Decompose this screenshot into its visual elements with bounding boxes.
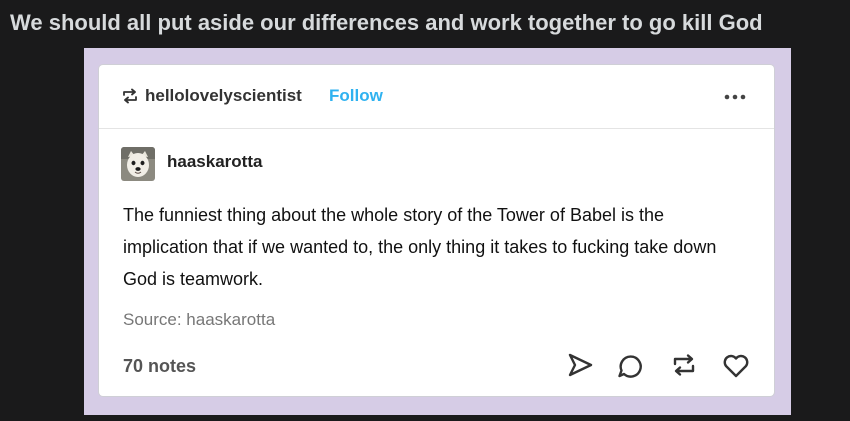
reblog-action-icon	[673, 354, 695, 376]
comment-button[interactable]	[615, 350, 645, 380]
author-username[interactable]: haaskarotta	[167, 152, 262, 172]
like-button[interactable]	[721, 350, 751, 380]
dog-avatar-icon	[121, 147, 155, 181]
reblog-icon	[123, 88, 137, 104]
post-source[interactable]: Source: haaskarotta	[123, 309, 275, 331]
reblogger-username[interactable]: hellolovelyscientist	[145, 86, 302, 106]
author-avatar[interactable]	[121, 147, 155, 181]
screenshot-page: We should all put aside our differences …	[0, 0, 850, 421]
reblog-button[interactable]	[669, 350, 699, 380]
image-frame: hellolovelyscientist Follow haaskarotta …	[84, 48, 791, 415]
share-button[interactable]	[565, 350, 595, 380]
post-header: hellolovelyscientist Follow	[99, 65, 774, 129]
post-title: We should all put aside our differences …	[10, 10, 763, 35]
share-icon	[568, 353, 593, 377]
notes-count[interactable]: 70 notes	[123, 355, 196, 377]
post-body-text: The funniest thing about the whole story…	[123, 205, 717, 289]
post-actions	[565, 348, 755, 382]
follow-button[interactable]: Follow	[329, 86, 383, 106]
comment-icon	[618, 355, 642, 378]
tumblr-post-card: hellolovelyscientist Follow haaskarotta …	[99, 65, 774, 396]
more-horizontal-icon[interactable]	[723, 93, 747, 101]
like-heart-icon	[723, 354, 749, 378]
